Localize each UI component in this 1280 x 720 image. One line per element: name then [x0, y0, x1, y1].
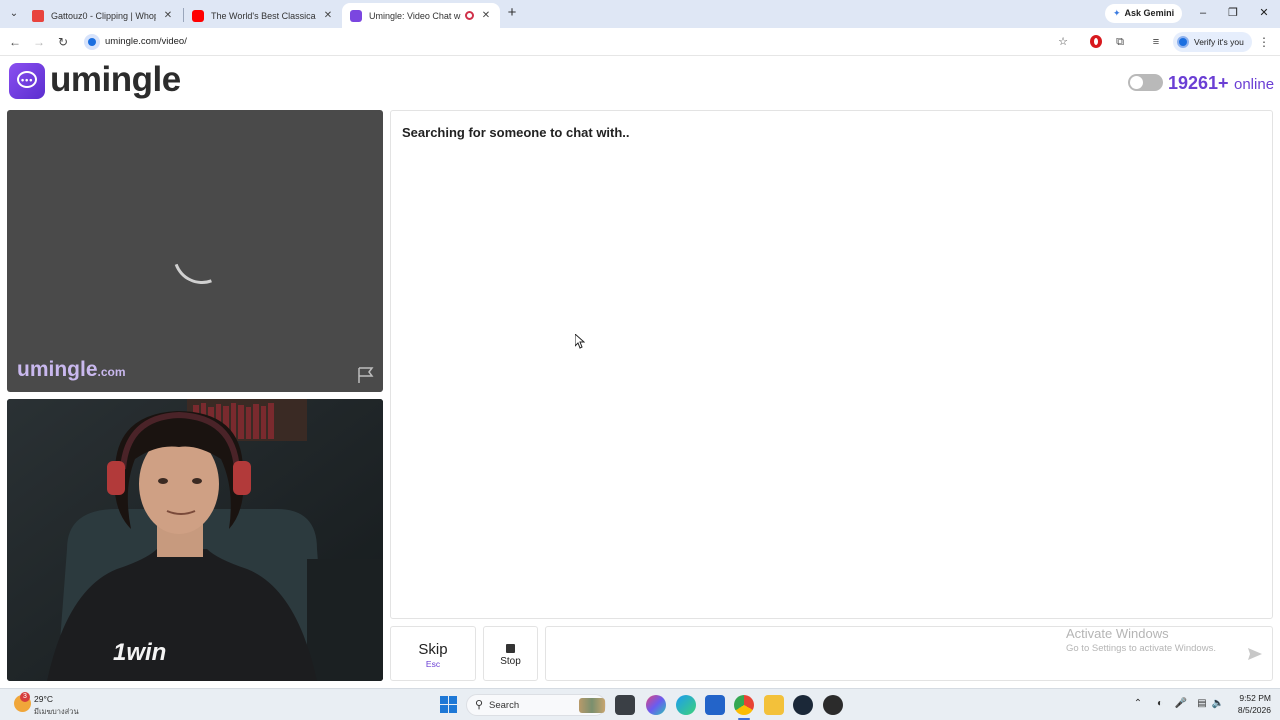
tray-overflow-icon[interactable]: ⌃ [1131, 697, 1145, 711]
ask-gemini-label: Ask Gemini [1124, 8, 1175, 18]
whop-favicon-icon [32, 9, 44, 22]
steam-icon[interactable] [793, 695, 813, 715]
recording-indicator-icon [465, 11, 474, 20]
mouse-cursor-icon [575, 334, 585, 349]
windows-taskbar: 3 29°C มีเมฆบางส่วน ⚲ Search ⌃ ◐ 🎤 ▤ 🔈 9… [0, 688, 1280, 720]
restore-icon[interactable]: ❐ [1225, 5, 1241, 21]
site-info-icon[interactable] [84, 34, 100, 50]
stop-square-icon [506, 644, 515, 653]
edge-icon[interactable] [676, 695, 696, 715]
windows-start-icon[interactable] [440, 696, 457, 713]
stop-label: Stop [500, 656, 521, 667]
start-tile [440, 696, 448, 704]
taskbar-search-label: Search [489, 700, 520, 711]
skip-shortcut-label: Esc [425, 659, 441, 669]
tab-umingle[interactable]: Umingle: Video Chat with S ✕ [342, 3, 500, 28]
tab-title: The World's Best Classical Instr [211, 10, 316, 21]
bookmark-star-icon[interactable]: ☆ [1055, 34, 1071, 50]
clock-time[interactable]: 9:52 PM [1231, 693, 1271, 703]
taskbar-search-box[interactable]: ⚲ Search [466, 694, 606, 716]
task-view-icon[interactable] [615, 695, 635, 715]
ask-gemini-button[interactable]: ✦ Ask Gemini [1105, 4, 1183, 23]
profile-label: Verify it's you [1194, 37, 1244, 47]
close-tab-icon[interactable]: ✕ [322, 10, 334, 21]
clock-date[interactable]: 8/5/2026 [1231, 705, 1271, 715]
start-tile [449, 705, 457, 713]
start-tile [440, 705, 448, 713]
tab-search-menu-icon[interactable]: ⌄ [6, 6, 22, 22]
skip-label: Skip [418, 641, 448, 658]
mode-toggle[interactable] [1128, 74, 1163, 91]
media-controls-icon[interactable]: ≡ [1148, 34, 1164, 50]
chat-dots-shape: ••• [21, 75, 34, 85]
tab-whop[interactable]: Gattouz0 - Clipping | Whop ✕ [24, 3, 182, 28]
extensions-puzzle-icon[interactable]: ⧉ [1112, 34, 1128, 50]
browser-toolbar: ← → ↻ umingle.com/video/ ☆ ⧉ ≡ Verify it… [0, 28, 1280, 56]
chrome-icon[interactable] [734, 695, 754, 715]
gemini-sparkle-icon: ✦ [1113, 8, 1121, 18]
stranger-video: umingle.com [7, 110, 383, 392]
webcam-feed-image [7, 399, 383, 681]
logo-text[interactable]: umingle [50, 60, 181, 100]
close-window-icon[interactable]: ✕ [1256, 5, 1272, 21]
tab-youtube[interactable]: The World's Best Classical Instr ✕ [184, 3, 342, 28]
tab-title: Umingle: Video Chat with S [369, 10, 461, 21]
stop-button[interactable]: Stop [483, 626, 538, 681]
search-icon: ⚲ [475, 699, 484, 711]
volume-icon[interactable]: 🔈 [1211, 697, 1225, 711]
loading-spinner-icon [163, 216, 241, 294]
obs-icon[interactable] [823, 695, 843, 715]
back-arrow-icon[interactable]: ← [7, 34, 23, 50]
close-tab-icon[interactable]: ✕ [480, 10, 492, 21]
send-icon[interactable] [1247, 646, 1263, 662]
profile-avatar-icon [1177, 36, 1189, 48]
self-webcam-video: 1win [7, 399, 383, 681]
weather-description[interactable]: มีเมฆบางส่วน [34, 706, 79, 718]
address-bar[interactable]: umingle.com/video/ [105, 36, 187, 47]
video-watermark: umingle.com [17, 358, 126, 382]
file-explorer-icon[interactable] [764, 695, 784, 715]
online-label: online [1234, 76, 1275, 93]
start-tile [449, 696, 457, 704]
watermark-name: umingle [17, 358, 98, 381]
skip-button[interactable]: Skip Esc [390, 626, 476, 681]
microphone-icon[interactable]: 🎤 [1174, 697, 1188, 711]
store-icon[interactable] [705, 695, 725, 715]
watermark-domain: .com [97, 365, 126, 379]
reload-icon[interactable]: ↻ [55, 34, 71, 50]
online-count: 19261+ [1168, 73, 1229, 93]
activate-windows-subtitle: Go to Settings to activate Windows. [1066, 643, 1216, 654]
search-highlight-image [579, 698, 605, 713]
browser-tab-strip: ⌄ Gattouz0 - Clipping | Whop ✕ The World… [0, 0, 1280, 28]
minimize-icon[interactable]: – [1195, 5, 1211, 21]
chat-log-panel: Searching for someone to chat with.. [390, 110, 1273, 619]
tab-title: Gattouz0 - Clipping | Whop [51, 10, 156, 21]
copilot-icon[interactable] [646, 695, 666, 715]
weather-alert-badge: 3 [20, 692, 30, 702]
report-flag-icon[interactable] [357, 366, 375, 384]
new-tab-icon[interactable]: + [504, 5, 520, 21]
tray-app-icon[interactable]: ◐ [1153, 697, 1167, 711]
umingle-favicon-icon [350, 9, 362, 22]
shirt-logo-text: 1win [113, 639, 167, 666]
forward-arrow-icon[interactable]: → [31, 34, 47, 50]
umingle-logo-icon[interactable]: ••• [9, 63, 45, 99]
network-icon[interactable]: ▤ [1195, 697, 1209, 711]
weather-temperature[interactable]: 29°C [34, 694, 53, 704]
search-status-text: Searching for someone to chat with.. [402, 125, 630, 140]
activate-windows-title: Activate Windows [1066, 626, 1169, 641]
browser-menu-icon[interactable]: ⋮ [1258, 34, 1270, 50]
close-tab-icon[interactable]: ✕ [162, 10, 174, 21]
youtube-favicon-icon [192, 9, 204, 22]
profile-button[interactable]: Verify it's you [1173, 32, 1252, 52]
extension-opera-icon[interactable] [1090, 35, 1102, 48]
